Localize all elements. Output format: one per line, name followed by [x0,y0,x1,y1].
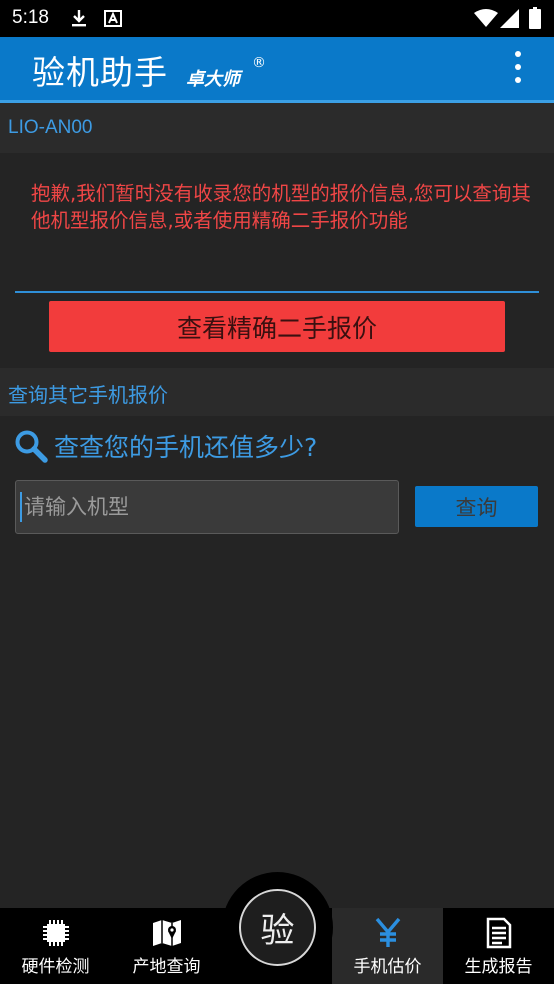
model-input[interactable] [15,480,399,534]
nav-label: 手机估价 [353,957,422,977]
app-title: 验机助手 [32,53,168,92]
other-phones-header: 查询其它手机报价 [0,368,554,416]
yen-icon [374,917,402,949]
registered-mark: ® [252,55,266,71]
search-title: 查查您的手机还值多少? [14,426,317,466]
text-cursor [20,492,22,522]
query-button[interactable]: 查询 [415,486,538,527]
nav-label: 生成报告 [464,957,533,977]
nav-phone-valuation[interactable]: 手机估价 [332,908,443,984]
precise-quote-button[interactable]: 查看精确二手报价 [49,301,505,352]
search-title-text: 查查您的手机还值多少? [54,433,318,462]
nav-origin-query[interactable]: 产地查询 [111,908,222,984]
screen: 5:18 验机助手 卓大师 ® LIO-AN00 抱歉,我们暂时没有收录您的机型… [0,0,554,984]
nav-label: 硬件检测 [21,957,90,977]
download-icon [70,8,88,32]
model-header: LIO-AN00 [0,103,554,153]
app-subtitle: 卓大师 [186,69,240,90]
nav-label: 产地查询 [132,957,201,977]
center-inspect-button[interactable]: 验 [239,889,316,966]
status-time: 5:18 [12,7,49,28]
battery-icon [529,7,541,33]
status-bar: 5:18 [0,0,554,37]
nav-generate-report[interactable]: 生成报告 [443,908,554,984]
app-bar: 验机助手 卓大师 ® [0,37,554,101]
divider [15,291,539,293]
chip-icon [40,917,72,949]
wifi-icon [474,9,498,31]
search-icon [14,429,48,463]
a-notification-icon [104,10,122,31]
other-phones-header-label: 查询其它手机报价 [8,383,168,407]
model-name: LIO-AN00 [8,117,93,138]
apology-message: 抱歉,我们暂时没有收录您的机型的报价信息,您可以查询其他机型报价信息,或者使用精… [31,182,531,232]
report-icon [486,917,512,949]
signal-icon [500,9,519,32]
map-icon [151,917,183,949]
nav-hardware-check[interactable]: 硬件检测 [0,908,111,984]
more-vert-icon[interactable] [508,51,528,89]
